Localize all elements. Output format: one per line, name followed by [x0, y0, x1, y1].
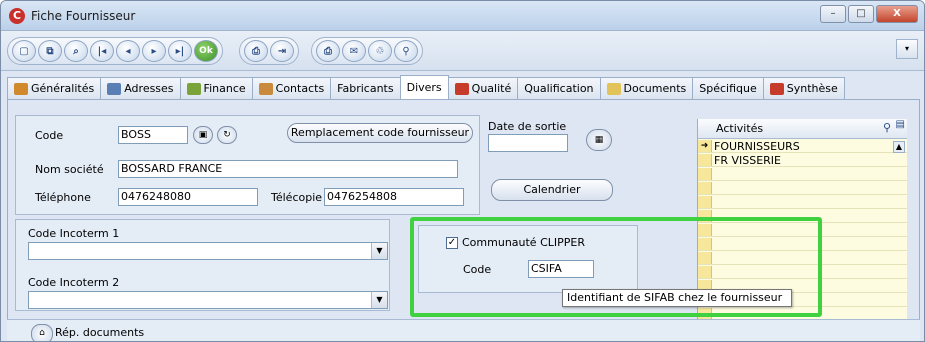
company-label: Nom société: [35, 163, 104, 176]
close-button[interactable]: X: [876, 5, 918, 23]
incoterm2-select[interactable]: ▼: [28, 291, 388, 309]
window-title: Fiche Fournisseur: [31, 9, 136, 23]
toolbar-group-nav: ⎙ ⇥: [239, 37, 299, 65]
fax-icon[interactable]: ✉: [342, 40, 366, 62]
card-icon[interactable]: ▣: [193, 126, 213, 144]
trash-icon[interactable]: ♲: [368, 40, 392, 62]
fax-field[interactable]: 0476254808: [324, 188, 464, 206]
toolbar-group-edit: ▢ ⧉ ⌕ |◂ ◂ ▸ ▸| Ok: [7, 37, 223, 65]
company-field[interactable]: BOSSARD FRANCE: [118, 160, 458, 178]
tab-contacts-icon: [258, 82, 273, 95]
tab-qualite[interactable]: Qualité: [447, 77, 519, 99]
incoterm2-label: Code Incoterm 2: [28, 276, 120, 289]
fax-label: Télécopie: [271, 191, 323, 204]
tab-generalites[interactable]: Généralités: [7, 77, 102, 99]
tab-strip: Généralités Adresses Finance Contacts Fa…: [7, 75, 845, 99]
print-preview-icon[interactable]: ⎙: [244, 40, 268, 62]
search-icon[interactable]: ⚲: [883, 121, 891, 134]
maximize-button[interactable]: □: [848, 5, 874, 23]
tab-adresses-icon: [107, 82, 122, 95]
code-field[interactable]: BOSS: [118, 126, 188, 144]
prev-icon[interactable]: ◂: [116, 40, 140, 62]
scroll-up-icon[interactable]: ▲: [893, 141, 905, 153]
tab-finance-icon: [186, 82, 201, 95]
history-icon[interactable]: ↻: [217, 126, 237, 144]
incoterm1-select[interactable]: ▼: [28, 242, 388, 260]
toolbar-dropdown[interactable]: ▾: [896, 39, 918, 59]
list-item[interactable]: [698, 182, 907, 195]
activities-header: Activités ⚲ ▤: [698, 119, 907, 139]
list-icon[interactable]: ▤: [896, 119, 905, 130]
activities-header-label: Activités: [716, 122, 764, 135]
tab-finance[interactable]: Finance: [179, 77, 253, 99]
calendar-icon[interactable]: ▦: [586, 129, 612, 151]
tab-documents[interactable]: Documents: [599, 77, 694, 99]
tab-divers[interactable]: Divers: [399, 75, 449, 99]
chevron-down-icon[interactable]: ▼: [371, 243, 387, 259]
tooltip: Identifiant de SIFAB chez le fournisseur: [562, 289, 792, 307]
phone-field[interactable]: 0476248080: [118, 188, 258, 206]
first-icon[interactable]: |◂: [90, 40, 114, 62]
minimize-button[interactable]: –: [820, 5, 846, 23]
search-icon[interactable]: ⌕: [64, 40, 88, 62]
copy-icon[interactable]: ⧉: [38, 40, 62, 62]
tab-adresses[interactable]: Adresses: [100, 77, 181, 99]
printer-icon[interactable]: ⎙: [316, 40, 340, 62]
incoterm1-label: Code Incoterm 1: [28, 227, 120, 240]
list-item[interactable]: FR VISSERIE: [698, 154, 907, 167]
app-logo-icon: C: [9, 8, 25, 24]
supplier-window: C Fiche Fournisseur – □ X ▢ ⧉ ⌕ |◂ ◂ ▸ ▸…: [0, 0, 925, 342]
tab-qualification[interactable]: Qualification: [517, 77, 601, 99]
tab-qualite-icon: [454, 82, 469, 95]
new-icon[interactable]: ▢: [12, 40, 36, 62]
exit-date-label: Date de sortie: [488, 120, 567, 133]
tab-specifique[interactable]: Spécifique: [692, 77, 764, 99]
title-bar: C Fiche Fournisseur – □ X: [1, 1, 924, 31]
list-item[interactable]: [698, 196, 907, 209]
toolbar: ▢ ⧉ ⌕ |◂ ◂ ▸ ▸| Ok ⎙ ⇥ ⎙ ✉ ♲ ⚲ ▾: [1, 31, 924, 71]
toolbar-group-print: ⎙ ✉ ♲ ⚲: [311, 37, 423, 65]
ok-button[interactable]: Ok: [194, 40, 218, 62]
documents-strip: ⌂ Rép. documents: [7, 319, 920, 341]
exit-icon[interactable]: ⇥: [270, 40, 294, 62]
zoom-icon[interactable]: ⚲: [394, 40, 418, 62]
chevron-down-icon[interactable]: ▼: [371, 292, 387, 308]
list-item[interactable]: [698, 168, 907, 181]
tab-generalites-icon: [14, 82, 28, 95]
tab-synthese-icon: [769, 82, 784, 95]
replace-code-button[interactable]: Remplacement code fournisseur: [287, 123, 473, 143]
last-icon[interactable]: ▸|: [168, 40, 192, 62]
selected-marker-icon: ➜: [698, 140, 712, 152]
docs-label: Rép. documents: [55, 326, 145, 339]
code-label: Code: [35, 129, 64, 142]
phone-label: Téléphone: [35, 191, 91, 204]
docs-folder-icon[interactable]: ⌂: [31, 324, 53, 341]
tab-documents-icon: [606, 82, 621, 95]
window-controls: – □ X: [820, 5, 918, 23]
exit-date-field[interactable]: [488, 134, 568, 152]
tab-fabricants[interactable]: Fabricants: [330, 77, 401, 99]
tab-contacts[interactable]: Contacts: [251, 77, 332, 99]
calendar-button[interactable]: Calendrier: [491, 179, 613, 201]
tab-synthese[interactable]: Synthèse: [762, 77, 845, 99]
list-item[interactable]: ➜ FOURNISSEURS: [698, 140, 907, 153]
next-icon[interactable]: ▸: [142, 40, 166, 62]
